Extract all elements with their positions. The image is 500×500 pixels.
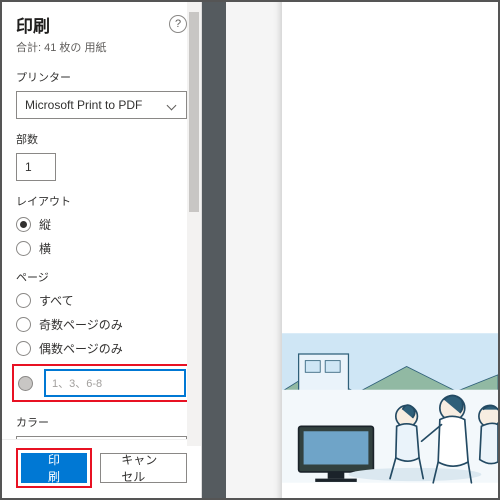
- radio-icon: [16, 217, 31, 232]
- scrollbar-thumb[interactable]: [189, 12, 199, 212]
- layout-portrait-option[interactable]: 縦: [16, 216, 187, 233]
- sidebar-scrollbar[interactable]: [187, 2, 201, 446]
- print-button[interactable]: 印刷: [21, 453, 87, 483]
- preview-area: マニュアル: [226, 2, 498, 498]
- dialog-footer: 印刷 キャンセル: [2, 439, 201, 498]
- printer-select[interactable]: Microsoft Print to PDF: [16, 91, 187, 119]
- preview-illustration: [282, 318, 498, 498]
- pages-custom-option[interactable]: 1、3、6-8: [12, 364, 191, 402]
- page-title: 印刷: [16, 12, 169, 37]
- radio-icon: [16, 241, 31, 256]
- radio-icon: [16, 317, 31, 332]
- layout-label: レイアウト: [16, 193, 187, 209]
- cancel-button[interactable]: キャンセル: [100, 453, 187, 483]
- pages-even-option[interactable]: 偶数ページのみ: [16, 340, 187, 357]
- pages-odd-option[interactable]: 奇数ページのみ: [16, 316, 187, 333]
- printer-value: Microsoft Print to PDF: [25, 98, 142, 112]
- radio-icon: [16, 341, 31, 356]
- help-icon[interactable]: ?: [169, 15, 187, 33]
- copies-input[interactable]: 1: [16, 153, 56, 181]
- pages-label: ページ: [16, 269, 187, 285]
- copies-label: 部数: [16, 131, 187, 147]
- radio-icon: [18, 376, 33, 391]
- radio-icon: [16, 293, 31, 308]
- pages-all-option[interactable]: すべて: [16, 292, 187, 309]
- chevron-down-icon: [168, 100, 178, 110]
- total-sheets: 合計: 41 枚の 用紙: [16, 39, 169, 55]
- printer-label: プリンター: [16, 69, 187, 85]
- layout-landscape-option[interactable]: 横: [16, 240, 187, 257]
- pages-custom-input[interactable]: 1、3、6-8: [45, 370, 185, 396]
- preview-gutter: [202, 2, 226, 498]
- color-label: カラー: [16, 414, 187, 430]
